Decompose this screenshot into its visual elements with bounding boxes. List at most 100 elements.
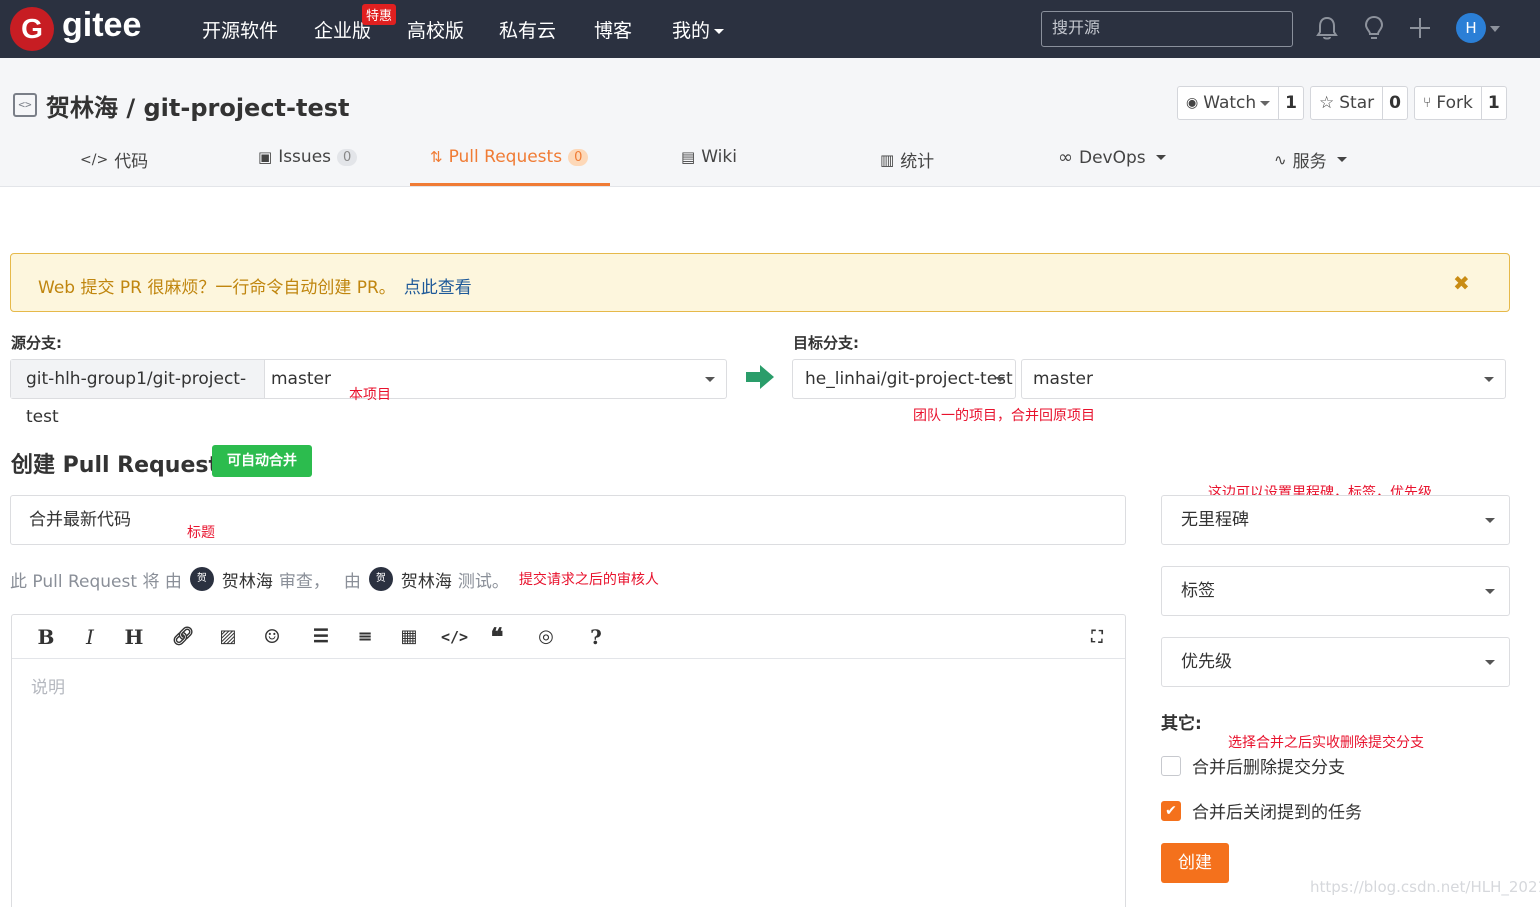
chevron-down-icon	[995, 377, 1005, 382]
target-annotation: 团队一的项目，合并回原项目	[913, 408, 1095, 424]
milestone-select[interactable]: 无里程碑	[1161, 495, 1510, 545]
tab-wiki[interactable]: ▤ Wiki	[681, 147, 737, 167]
arrow-right-icon	[746, 365, 774, 389]
bullet-list-icon[interactable]: ☰	[309, 625, 333, 649]
image-icon[interactable]: ▨	[216, 625, 240, 649]
tab-devops[interactable]: ∞ DevOps	[1058, 147, 1166, 168]
active-tab-indicator	[410, 183, 610, 186]
wiki-icon: ▤	[681, 148, 696, 166]
other-options-label: 其它:	[1161, 714, 1202, 734]
preview-eye-icon[interactable]: ◎	[534, 625, 558, 649]
chevron-down-icon	[705, 377, 715, 382]
gitee-logo-glyph: G	[21, 13, 43, 44]
title-annotation: 标题	[187, 525, 215, 541]
help-icon[interactable]: ?	[584, 625, 608, 649]
reviewer-line: 此 Pull Request 将 由 贺 贺林海 审查， 由 贺 贺林海 测试。…	[10, 566, 659, 592]
tab-wiki-label: Wiki	[701, 147, 737, 167]
user-avatar[interactable]: H	[1456, 13, 1486, 43]
tab-code[interactable]: </> 代码	[80, 147, 148, 173]
close-issues-option[interactable]: ✔ 合并后关闭提到的任务	[1161, 798, 1362, 823]
reviewer-name[interactable]: 贺林海	[222, 567, 273, 592]
emoji-icon[interactable]: ☺	[260, 625, 284, 649]
target-branch-select[interactable]: master	[1021, 359, 1506, 399]
description-editor[interactable]: B I H 🔗︎ ▨ ☺ ☰ ≡ ▦ </> ❝ ◎ ? ⛶ 说明	[11, 614, 1126, 907]
ordered-list-icon[interactable]: ≡	[353, 625, 377, 649]
reviewer-prefix: 此 Pull Request 将 由	[10, 571, 182, 592]
pulse-icon: ∿	[1274, 150, 1287, 169]
star-button[interactable]: ☆ Star 0	[1310, 86, 1408, 120]
chevron-down-icon	[1484, 377, 1494, 382]
reviewer-action: 审查，	[278, 571, 330, 592]
delete-branch-option[interactable]: 合并后删除提交分支	[1161, 753, 1345, 778]
repo-title[interactable]: 贺林海 / git-project-test	[46, 88, 350, 123]
alert-link[interactable]: 点此查看	[404, 278, 472, 298]
close-icon[interactable]: ✖	[1453, 271, 1470, 295]
code-icon: </>	[80, 151, 109, 168]
bold-icon[interactable]: B	[34, 625, 58, 649]
watch-button[interactable]: ◉ Watch 1	[1177, 86, 1304, 120]
nav-link-edu[interactable]: 高校版	[407, 16, 464, 43]
source-annotation: 本项目	[349, 387, 391, 403]
lightbulb-icon[interactable]	[1360, 14, 1388, 42]
option-annotation: 选择合并之后实收删除提交分支	[1228, 735, 1424, 751]
labels-select[interactable]: 标签	[1161, 566, 1510, 616]
tab-devops-label: DevOps	[1079, 147, 1146, 168]
tester-prefix: 由	[343, 571, 361, 592]
fork-icon: ⑂	[1423, 95, 1432, 111]
fork-label: Fork	[1436, 93, 1473, 113]
priority-select[interactable]: 优先级	[1161, 637, 1510, 687]
alert-message: Web 提交 PR 很麻烦？一行命令自动创建 PR。	[38, 278, 396, 298]
tab-stats[interactable]: ▥ 统计	[880, 147, 934, 173]
plus-icon[interactable]	[1406, 14, 1434, 42]
nav-link-private-cloud[interactable]: 私有云	[499, 16, 556, 43]
tab-issues[interactable]: ▣ Issues 0	[258, 147, 358, 167]
fork-button[interactable]: ⑂ Fork 1	[1414, 86, 1507, 120]
tester-action: 测试。	[457, 571, 509, 592]
tab-pull-requests[interactable]: ⇅ Pull Requests 0	[430, 147, 589, 167]
watermark: https://blog.csdn.net/HLH_2021	[1310, 878, 1540, 896]
auto-merge-badge: 可自动合并	[212, 445, 312, 477]
bell-icon[interactable]	[1313, 14, 1341, 42]
tester-name[interactable]: 贺林海	[401, 567, 452, 592]
target-branch-value: master	[1033, 369, 1093, 389]
close-issues-label: 合并后关闭提到的任务	[1192, 803, 1362, 823]
pull-request-icon: ⇅	[430, 148, 443, 166]
tab-issues-label: Issues	[278, 147, 332, 167]
close-issues-checkbox[interactable]: ✔	[1161, 800, 1181, 821]
quote-icon[interactable]: ❝	[485, 625, 509, 649]
fullscreen-icon[interactable]: ⛶	[1085, 625, 1109, 649]
priority-value: 优先级	[1181, 652, 1232, 672]
tab-services-label: 服务	[1292, 152, 1327, 172]
description-placeholder: 说明	[31, 678, 65, 698]
search-input[interactable]	[1041, 11, 1293, 47]
italic-icon[interactable]: I	[78, 625, 102, 649]
chevron-down-icon	[1485, 589, 1495, 594]
target-repo-select[interactable]: he_linhai/git-project-test	[792, 359, 1016, 399]
nav-link-open-source[interactable]: 开源软件	[202, 16, 278, 43]
brand-name[interactable]: gitee	[62, 6, 141, 45]
link-icon[interactable]: 🔗︎	[171, 625, 195, 649]
delete-branch-checkbox[interactable]	[1161, 755, 1181, 776]
pr-count-badge: 0	[568, 148, 589, 166]
labels-value: 标签	[1181, 581, 1215, 601]
fork-count[interactable]: 1	[1480, 87, 1506, 119]
create-button[interactable]: 创建	[1161, 843, 1229, 883]
chevron-down-icon	[1260, 100, 1271, 106]
page-title: 创建 Pull Request	[11, 453, 219, 478]
chevron-down-icon	[1336, 157, 1347, 162]
hot-badge: 特惠	[362, 4, 397, 25]
table-icon[interactable]: ▦	[397, 625, 421, 649]
pr-title-input[interactable]: 合并最新代码	[10, 495, 1126, 545]
code-icon[interactable]: </>	[441, 625, 468, 649]
star-count[interactable]: 0	[1382, 87, 1407, 119]
heading-icon[interactable]: H	[122, 625, 146, 649]
reviewer-annotation: 提交请求之后的审核人	[518, 572, 659, 588]
avatar-chevron-down-icon[interactable]	[1490, 26, 1500, 32]
nav-link-mine[interactable]: 我的	[672, 16, 725, 43]
tab-pull-requests-label: Pull Requests	[448, 147, 563, 167]
nav-link-blog[interactable]: 博客	[594, 16, 632, 43]
watch-label: Watch	[1203, 93, 1257, 113]
infinity-icon: ∞	[1058, 147, 1073, 168]
tab-services[interactable]: ∿ 服务	[1274, 147, 1347, 172]
watch-count[interactable]: 1	[1278, 87, 1303, 119]
